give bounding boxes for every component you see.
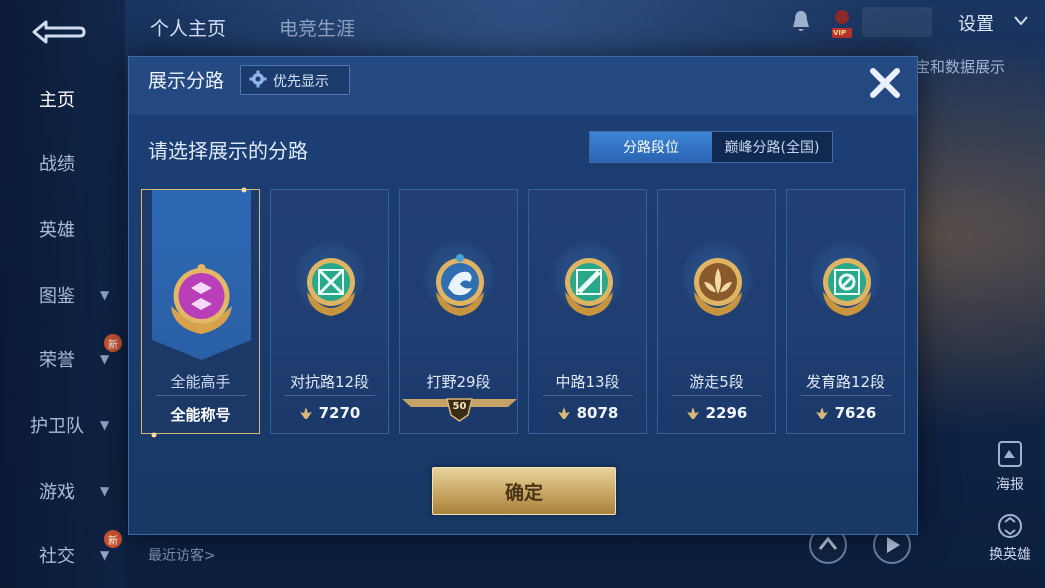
mid-lane-emblem-icon <box>565 258 613 316</box>
sidebar-item-guard-team[interactable]: 护卫队 ▼ <box>0 410 125 440</box>
divider <box>543 395 633 396</box>
modal-body: 请选择展示的分路 分路段位 巅峰分路(全国) 全能高手 全能称号 对抗路12段 … <box>129 115 917 534</box>
lane-name: 发育路12段 <box>805 373 886 391</box>
close-icon[interactable] <box>863 61 907 105</box>
priority-display-label: 优先显示 <box>273 74 329 90</box>
divider <box>156 395 246 396</box>
sidebar-item-label: 荣誉 <box>39 350 75 371</box>
new-badge: 新 <box>104 530 122 548</box>
lane-score: 2296 <box>658 404 775 422</box>
modal-title: 展示分路 <box>148 70 225 92</box>
lane-name: 打野29段 <box>426 373 491 391</box>
back-arrow-icon[interactable] <box>30 18 86 46</box>
lane-card-farm[interactable]: 发育路12段 7626 <box>786 189 905 434</box>
sidebar-item-home[interactable]: 主页 <box>0 84 125 114</box>
sidebar-item-label: 主页 <box>39 90 75 111</box>
lane-score: 7270 <box>271 404 388 422</box>
divider <box>672 395 762 396</box>
settings-button[interactable]: 设置 <box>958 10 994 36</box>
sidebar-item-records[interactable]: 战绩 <box>0 148 125 178</box>
chevron-down-icon: ▼ <box>100 418 110 432</box>
tab-peak-lane-national[interactable]: 巅峰分路(全国) <box>712 132 832 162</box>
level-badge-value: 50 <box>452 401 467 412</box>
lane-card-all-round[interactable]: 全能高手 全能称号 <box>141 187 260 438</box>
roam-emblem-icon <box>694 258 742 316</box>
recent-visitors-link[interactable]: 最近访客> <box>148 545 216 565</box>
lane-card-jungle[interactable]: 打野29段 50 <box>399 189 518 434</box>
sidebar-item-heroes[interactable]: 英雄 <box>0 214 125 244</box>
lane-score: 7626 <box>787 404 904 422</box>
switch-hero-label: 换英雄 <box>989 547 1031 563</box>
vip-badge: VIP <box>833 29 847 37</box>
lane-card-mid[interactable]: 中路13段 8078 <box>528 189 647 434</box>
new-badge: 新 <box>104 334 122 352</box>
lane-card-list: 全能高手 全能称号 对抗路12段 7270 打野29段 50 中路13段 807… <box>141 187 907 438</box>
swap-icon <box>998 514 1022 538</box>
rank-wings-icon <box>557 407 570 419</box>
lane-score-value: 2296 <box>705 404 748 422</box>
lane-card-roam[interactable]: 游走5段 2296 <box>657 189 776 434</box>
gear-icon <box>249 70 267 88</box>
top-lane-emblem-icon <box>307 258 355 316</box>
sidebar-item-label: 图鉴 <box>39 286 75 307</box>
rank-wings-icon <box>815 407 828 419</box>
sidebar-item-label: 社交 <box>39 546 75 567</box>
corner-dot <box>241 187 247 193</box>
lane-name: 全能高手 <box>170 373 231 391</box>
jungle-emblem-icon <box>436 254 484 316</box>
status-panel <box>862 7 932 37</box>
sidebar-item-game[interactable]: 游戏 ▼ <box>0 476 125 506</box>
lane-score: 8078 <box>529 404 646 422</box>
sidebar-item-codex[interactable]: 图鉴 ▼ <box>0 280 125 310</box>
sidebar-item-label: 英雄 <box>39 220 75 241</box>
lane-name: 对抗路12段 <box>289 373 370 391</box>
priority-display-button[interactable]: 优先显示 <box>240 65 350 95</box>
avatar[interactable]: VIP <box>830 8 854 40</box>
all-round-title: 全能称号 <box>170 406 231 424</box>
poster-icon <box>998 441 1022 467</box>
tab-profile[interactable]: 个人主页 <box>150 14 226 41</box>
chevron-down-icon: ▼ <box>100 352 110 366</box>
chevron-down-icon: ▼ <box>100 484 110 498</box>
chevron-down-icon: ▼ <box>100 548 110 562</box>
display-hint: 宝和数据展示 <box>915 58 1006 76</box>
sidebar-item-honor[interactable]: 荣誉 新 ▼ <box>0 334 125 374</box>
select-prompt: 请选择展示的分路 <box>148 139 308 163</box>
sidebar: 主页 战绩 英雄 图鉴 ▼ 荣誉新 ▼ 护卫队 ▼ 游戏 ▼ 社交新 ▼ <box>0 0 125 588</box>
lane-score-value: 7270 <box>318 404 361 422</box>
lane-score-value: 7626 <box>834 404 877 422</box>
lane-name: 中路13段 <box>555 373 620 391</box>
farm-lane-emblem-icon <box>823 258 871 316</box>
divider <box>801 395 891 396</box>
divider <box>285 395 375 396</box>
sidebar-item-label: 护卫队 <box>30 416 84 437</box>
lane-card-top[interactable]: 对抗路12段 7270 <box>270 189 389 434</box>
poster-button[interactable]: 海报 <box>985 440 1035 494</box>
chevron-down-icon[interactable] <box>1014 16 1028 26</box>
lane-name: 游走5段 <box>689 373 744 391</box>
sidebar-item-label: 游戏 <box>39 482 75 503</box>
tab-esports[interactable]: 电竞生涯 <box>279 14 355 41</box>
bell-icon[interactable] <box>790 8 812 34</box>
switch-hero-button[interactable]: 换英雄 <box>980 512 1040 564</box>
segmented-control: 分路段位 巅峰分路(全国) <box>589 131 833 163</box>
lane-display-modal: 展示分路 优先显示 请选择展示的分路 分路段位 巅峰分路(全国) 全能高手 全能… <box>128 56 918 535</box>
lane-score-value: 8078 <box>576 404 619 422</box>
tab-lane-rank[interactable]: 分路段位 <box>590 132 712 162</box>
rank-wings-icon <box>686 407 699 419</box>
confirm-button[interactable]: 确定 <box>432 467 616 515</box>
corner-dot <box>151 432 157 438</box>
sidebar-item-label: 战绩 <box>39 154 75 175</box>
rank-wings-icon <box>299 407 312 419</box>
poster-label: 海报 <box>996 477 1024 493</box>
sidebar-item-social[interactable]: 社交 新 ▼ <box>0 530 125 570</box>
chevron-down-icon: ▼ <box>100 288 110 302</box>
all-round-emblem-icon <box>171 264 232 334</box>
modal-header: 展示分路 优先显示 <box>129 57 917 105</box>
